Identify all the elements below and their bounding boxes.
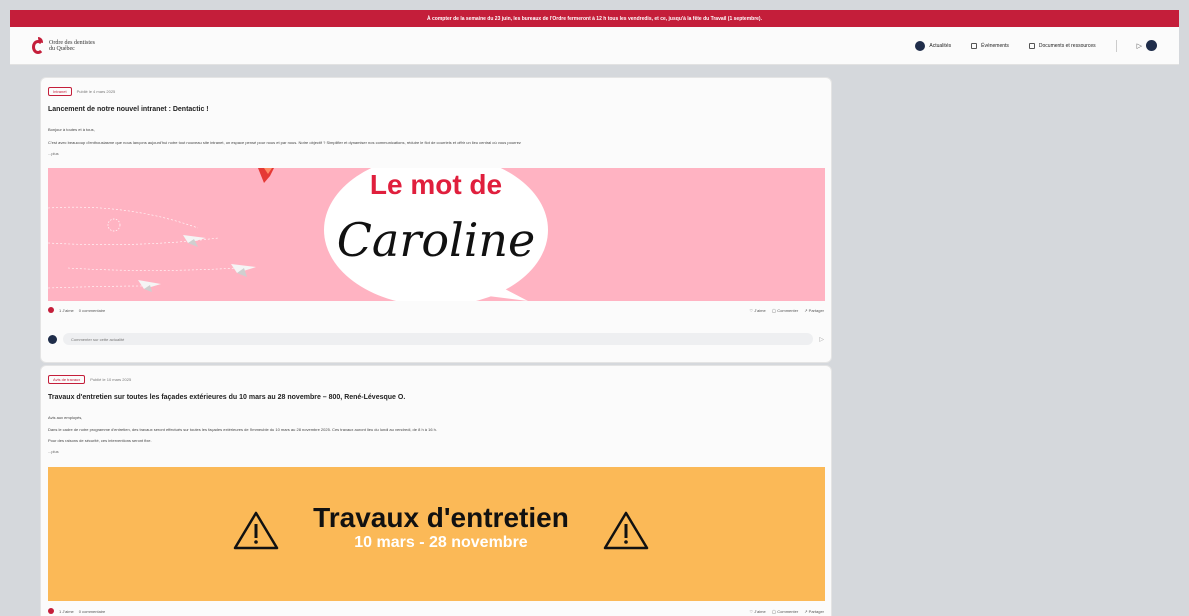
image-script: Caroline: [337, 213, 536, 267]
chevron-right-icon[interactable]: ▷: [1137, 42, 1142, 50]
post-meta: Avis de travaux Publié le 10 mars 2025: [48, 375, 131, 384]
post-date: Publié le 4 mars 2025: [76, 89, 116, 94]
comment-placeholder: Commenter sur cette actualité: [71, 336, 125, 342]
post-actions: 1 J'aime 0 commentaire ♡ J'aime ◯ Commen…: [48, 307, 824, 313]
logo-mark-icon: [32, 36, 46, 55]
post-date: Publié le 10 mars 2025: [90, 377, 132, 382]
category-tag[interactable]: Intranet: [48, 87, 72, 96]
post-greeting: Bonjour à toutes et à tous,: [48, 127, 95, 132]
like-reaction-icon: [48, 608, 54, 614]
comment-input[interactable]: Commenter sur cette actualité: [63, 333, 814, 345]
header-actions: ▷: [1137, 40, 1157, 51]
nav-item-evenements[interactable]: Événements: [971, 42, 1009, 49]
like-button[interactable]: ♡ J'aime: [750, 609, 766, 614]
comments-count[interactable]: 0 commentaire: [79, 609, 105, 614]
image-heading: Travaux d'entretien: [313, 502, 569, 533]
likes-count[interactable]: 1 J'aime: [59, 308, 74, 313]
nav-divider: [1115, 39, 1117, 52]
announcement-banner: À compter de la semaine du 23 juin, les …: [10, 10, 1179, 27]
post-body: Dans le cadre de notre programme d'entre…: [48, 427, 438, 432]
logo[interactable]: Ordre des dentistes du Québec: [32, 36, 95, 55]
nav-label: Événements: [981, 42, 1009, 49]
likes-count[interactable]: 1 J'aime: [59, 609, 74, 614]
post-greeting: Avis aux employés,: [48, 415, 83, 420]
post-image[interactable]: Travaux d'entretien 10 mars - 28 novembr…: [48, 467, 825, 601]
read-more-link[interactable]: ...plus: [48, 449, 59, 454]
comments-count[interactable]: 0 commentaire: [79, 308, 105, 313]
post-image[interactable]: Le mot de Caroline: [48, 168, 825, 301]
post-title[interactable]: Lancement de notre nouvel intranet : Den…: [48, 106, 209, 113]
comment-button[interactable]: ◯ Commenter: [772, 609, 799, 614]
comment-row: Commenter sur cette actualité ▷: [48, 333, 824, 345]
post-card: Intranet Publié le 4 mars 2025 Lancement…: [40, 77, 832, 363]
logo-line-2: du Québec: [49, 45, 75, 52]
post-meta: Intranet Publié le 4 mars 2025: [48, 87, 115, 96]
main-nav: Actualités Événements Documents et resso…: [915, 39, 1157, 52]
post-body: C'est avec beaucoup d'enthousiasme que n…: [48, 140, 521, 145]
banner-text: À compter de la semaine du 23 juin, les …: [427, 15, 762, 22]
post-actions: 1 J'aime 0 commentaire ♡ J'aime ◯ Commen…: [48, 608, 824, 614]
avatar: [48, 334, 57, 344]
post-card: Avis de travaux Publié le 10 mars 2025 T…: [40, 365, 832, 616]
send-icon[interactable]: ▷: [819, 336, 824, 343]
comment-label: Commenter: [777, 608, 799, 614]
post-body-2: Pour des raisons de sécurité, ces interv…: [48, 438, 152, 443]
like-reaction-icon: [48, 307, 54, 313]
travaux-illustration: Travaux d'entretien 10 mars - 28 novembr…: [48, 467, 825, 601]
share-label: Partager: [808, 608, 824, 614]
like-button[interactable]: ♡ J'aime: [750, 308, 766, 313]
image-heading: Le mot de: [370, 169, 502, 200]
logo-text: Ordre des dentistes du Québec: [49, 40, 95, 52]
news-icon: [915, 40, 926, 51]
category-tag[interactable]: Avis de travaux: [48, 375, 86, 384]
nav-label: Actualités: [929, 42, 952, 49]
calendar-icon: [971, 42, 978, 49]
like-label: J'aime: [754, 608, 766, 614]
like-label: J'aime: [754, 307, 766, 313]
logo-line-1: Ordre des dentistes: [49, 39, 95, 46]
read-more-link[interactable]: ...plus: [48, 151, 59, 156]
share-label: Partager: [808, 307, 824, 313]
top-navigation-bar: Ordre des dentistes du Québec Actualités…: [10, 27, 1179, 65]
caroline-illustration: Le mot de Caroline: [48, 168, 825, 301]
comment-button[interactable]: ◯ Commenter: [772, 308, 799, 313]
document-icon: [1028, 42, 1035, 49]
user-avatar[interactable]: [1146, 40, 1157, 51]
comment-label: Commenter: [777, 307, 799, 313]
nav-label: Documents et ressources: [1038, 42, 1096, 49]
news-feed: Intranet Publié le 4 mars 2025 Lancement…: [40, 66, 832, 616]
post-title[interactable]: Travaux d'entretien sur toutes les façad…: [48, 394, 405, 401]
image-subheading: 10 mars - 28 novembre: [354, 534, 528, 551]
share-button[interactable]: ↗ Partager: [804, 308, 824, 313]
nav-item-actualites[interactable]: Actualités: [915, 40, 952, 51]
nav-item-documents[interactable]: Documents et ressources: [1028, 42, 1096, 49]
share-button[interactable]: ↗ Partager: [804, 609, 824, 614]
